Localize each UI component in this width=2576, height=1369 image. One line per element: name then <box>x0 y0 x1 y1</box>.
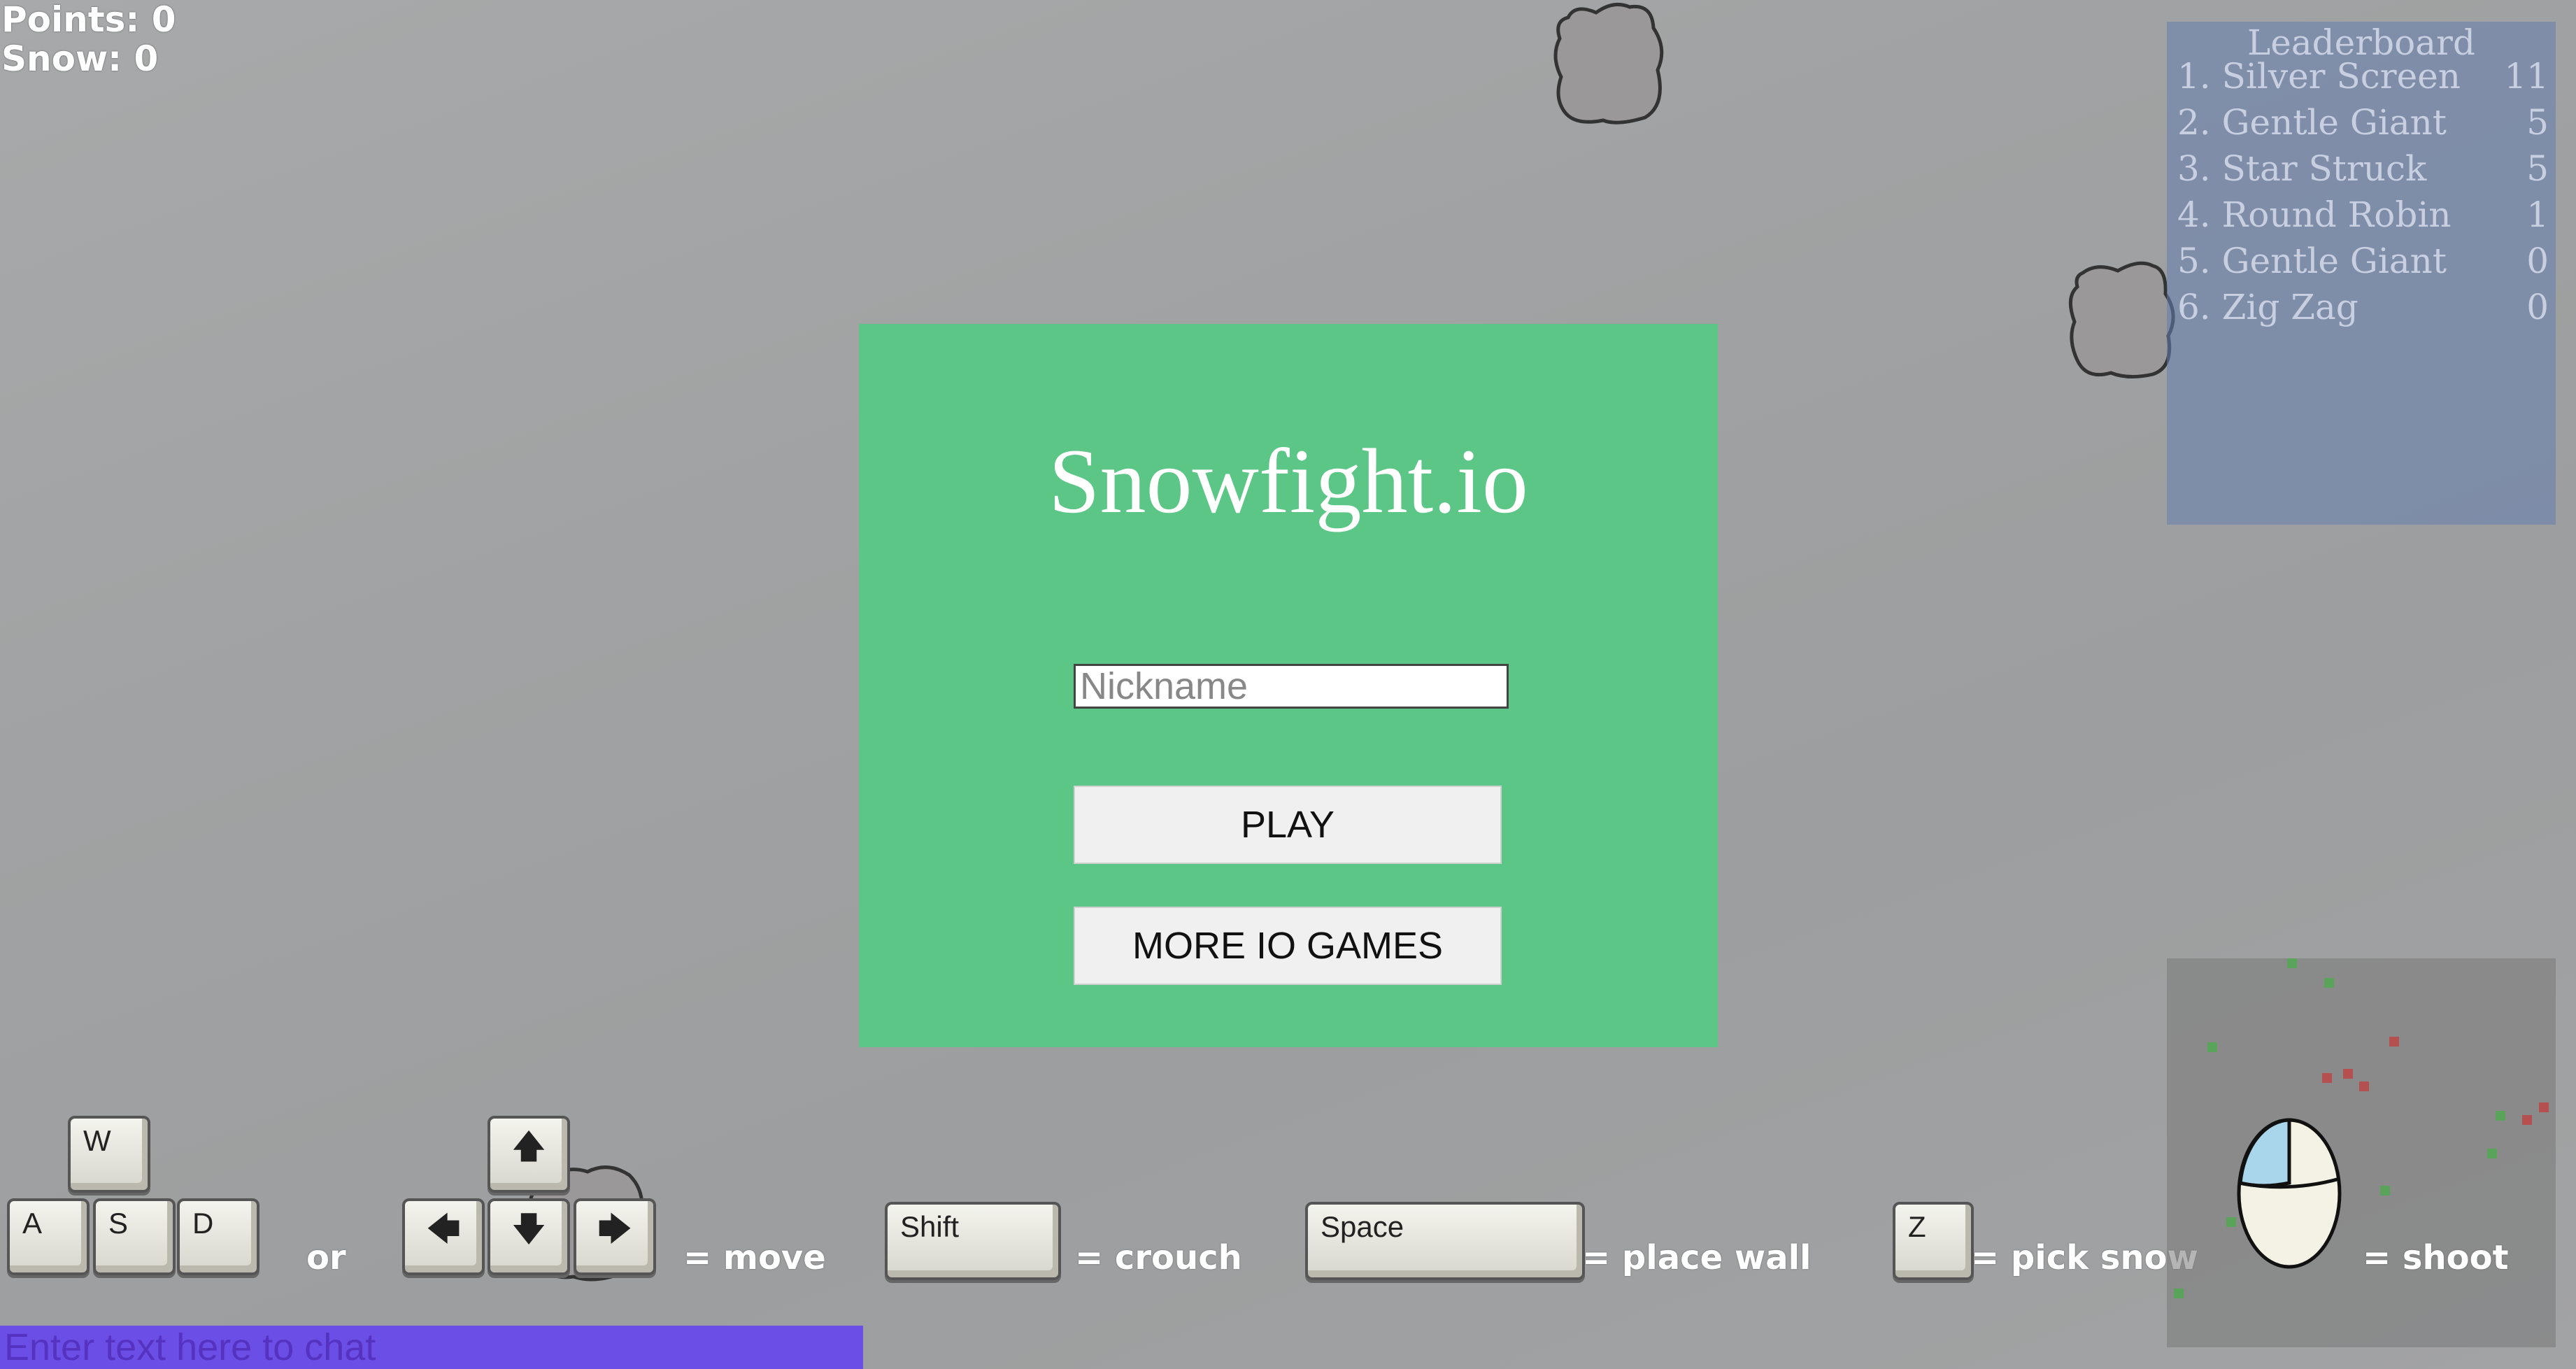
minimap-player-marker <box>2324 978 2334 988</box>
leaderboard-name: 4. Round Robin <box>2177 194 2452 235</box>
snow-counter: Snow: 0 <box>1 38 159 79</box>
arrow-right-key-icon: 🡆 <box>574 1198 656 1275</box>
arrow-left-key-icon: 🡄 <box>402 1198 485 1275</box>
place-wall-label: = place wall <box>1582 1238 1812 1277</box>
leaderboard-score: 11 <box>2504 56 2549 97</box>
minimap-player-marker <box>2174 1289 2184 1298</box>
minimap-player-marker <box>2496 1111 2505 1121</box>
leaderboard-score: 1 <box>2526 194 2549 235</box>
leaderboard-row: 3. Star Struck 5 <box>2177 146 2549 192</box>
leaderboard-name: 2. Gentle Giant <box>2177 102 2447 143</box>
leaderboard-score: 5 <box>2526 102 2549 143</box>
a-key-icon: A <box>7 1198 90 1275</box>
mouse-icon <box>2237 1118 2342 1269</box>
leaderboard-name: 1. Silver Screen <box>2177 56 2461 97</box>
leaderboard-score: 5 <box>2526 148 2549 189</box>
leaderboard-row: 4. Round Robin 1 <box>2177 192 2549 238</box>
leaderboard-row: 1. Silver Screen 11 <box>2177 53 2549 99</box>
w-key-icon: W <box>68 1116 150 1193</box>
game-title: Snowfight.io <box>1048 430 1528 532</box>
d-key-icon: D <box>177 1198 259 1275</box>
nickname-input[interactable] <box>1074 664 1509 709</box>
points-counter: Points: 0 <box>1 0 176 40</box>
minimap-player-marker <box>2207 1042 2217 1052</box>
or-label: or <box>306 1238 346 1277</box>
minimap-enemy-marker <box>2322 1073 2332 1083</box>
chat-input[interactable] <box>0 1326 863 1369</box>
leaderboard-name: 6. Zig Zag <box>2177 287 2358 327</box>
more-io-games-button[interactable]: MORE IO GAMES <box>1074 907 1502 985</box>
minimap-enemy-marker <box>2539 1102 2549 1112</box>
minimap-enemy-marker <box>2343 1069 2353 1079</box>
leaderboard-name: 3. Star Struck <box>2177 148 2427 189</box>
shoot-label: = shoot <box>2363 1238 2509 1277</box>
arrow-up-key-icon: 🡅 <box>488 1116 570 1193</box>
leaderboard: Leaderboard 1. Silver Screen 11 2. Gentl… <box>2167 22 2556 525</box>
arrow-down-key-icon: 🡇 <box>488 1198 570 1275</box>
start-menu-panel: Snowfight.io PLAY MORE IO GAMES <box>859 324 1718 1047</box>
leaderboard-score: 0 <box>2526 287 2549 327</box>
leaderboard-row: 6. Zig Zag 0 <box>2177 284 2549 330</box>
leaderboard-row: 5. Gentle Giant 0 <box>2177 238 2549 284</box>
leaderboard-score: 0 <box>2526 241 2549 281</box>
play-button[interactable]: PLAY <box>1074 786 1502 864</box>
minimap-player-marker <box>2380 1186 2390 1196</box>
minimap-player-marker <box>2487 1149 2497 1158</box>
pick-snow-label: = pick snow <box>1971 1238 2198 1277</box>
space-key-icon: Space <box>1305 1202 1585 1280</box>
minimap <box>2167 958 2556 1347</box>
shift-key-icon: Shift <box>885 1202 1061 1280</box>
minimap-player-marker <box>2287 958 2297 968</box>
minimap-enemy-marker <box>2389 1037 2399 1047</box>
leaderboard-row: 2. Gentle Giant 5 <box>2177 99 2549 146</box>
z-key-icon: Z <box>1893 1202 1974 1280</box>
leaderboard-name: 5. Gentle Giant <box>2177 241 2447 281</box>
s-key-icon: S <box>93 1198 176 1275</box>
minimap-enemy-marker <box>2522 1115 2532 1125</box>
rock-obstacle <box>1553 2 1664 125</box>
crouch-label: = crouch <box>1075 1238 1242 1277</box>
minimap-enemy-marker <box>2359 1081 2369 1091</box>
move-label: = move <box>683 1238 826 1277</box>
